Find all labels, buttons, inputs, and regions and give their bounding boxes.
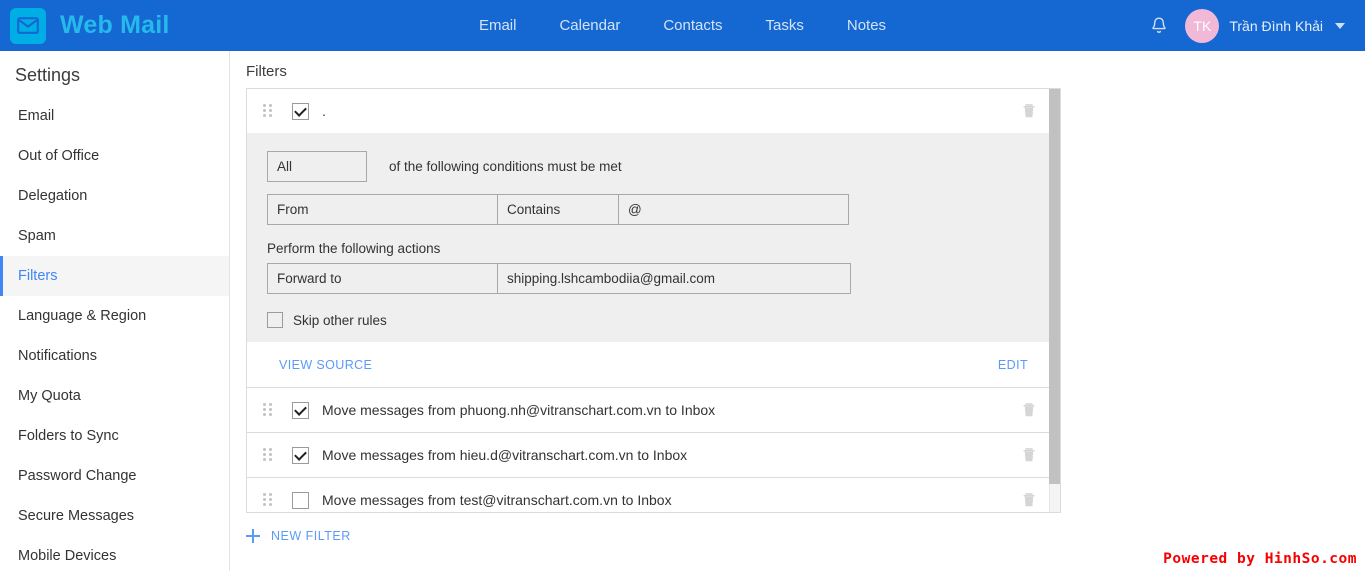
skip-other-rules-checkbox[interactable] [267, 312, 283, 328]
scrollbar-thumb[interactable] [1049, 89, 1060, 484]
condition-field-select[interactable]: From [267, 194, 498, 225]
filter-enabled-checkbox[interactable] [292, 401, 309, 419]
filter-enabled-checkbox[interactable] [292, 102, 309, 120]
sidebar-item-out-of-office[interactable]: Out of Office [0, 136, 229, 176]
filter-name: Move messages from phuong.nh@vitranschar… [322, 402, 716, 418]
edit-button[interactable]: Edit [998, 358, 1028, 372]
header-right-controls: TK Trần Đình Khải [1149, 8, 1365, 43]
plus-icon [246, 529, 260, 543]
sidebar-item-mobile-devices[interactable]: Mobile Devices [0, 536, 229, 571]
watermark: Powered by HinhSo.com [1163, 551, 1357, 567]
user-menu[interactable]: TK Trần Đình Khải [1185, 8, 1345, 43]
sidebar-title: Settings [15, 65, 81, 85]
sidebar-item-filters[interactable]: Filters [0, 256, 229, 296]
match-conditions-text: of the following conditions must be met [389, 159, 622, 174]
page-body: Settings Email Out of Office Delegation … [0, 51, 1365, 571]
top-header-bar: Web Mail Email Calendar Contacts Tasks N… [0, 0, 1365, 51]
brand-title: Web Mail [60, 11, 170, 39]
filter-name: Move messages from hieu.d@vitranschart.c… [322, 447, 688, 463]
filter-row-header: Move messages from phuong.nh@vitranschar… [247, 388, 1050, 432]
chevron-down-icon[interactable] [1335, 22, 1345, 29]
sidebar-item-delegation[interactable]: Delegation [0, 176, 229, 216]
sidebar-item-secure-messages[interactable]: Secure Messages [0, 496, 229, 536]
view-source-button[interactable]: View source [279, 358, 372, 372]
drag-handle-icon[interactable] [263, 104, 273, 118]
filter-enabled-checkbox[interactable] [292, 446, 309, 464]
filter-card-body: All of the following conditions must be … [247, 133, 1050, 342]
trash-icon[interactable] [1022, 492, 1036, 508]
condition-row: From Contains @ [267, 194, 1030, 225]
nav-item-email[interactable]: Email [479, 17, 517, 34]
sidebar-item-spam[interactable]: Spam [0, 216, 229, 256]
settings-sidebar: Settings Email Out of Office Delegation … [0, 51, 230, 571]
nav-item-calendar[interactable]: Calendar [559, 17, 620, 34]
sidebar-item-password-change[interactable]: Password Change [0, 456, 229, 496]
actions-label: Perform the following actions [267, 241, 441, 256]
nav-item-notes[interactable]: Notes [847, 17, 886, 34]
trash-icon[interactable] [1022, 103, 1036, 119]
page-title: Filters [246, 63, 287, 80]
skip-other-rules-label: Skip other rules [293, 312, 387, 328]
sidebar-item-notifications[interactable]: Notifications [0, 336, 229, 376]
filter-row-header: Move messages from test@vitranschart.com… [247, 478, 1050, 512]
new-filter-button[interactable]: New filter [246, 529, 376, 543]
sidebar-item-folders-to-sync[interactable]: Folders to Sync [0, 416, 229, 456]
nav-item-contacts[interactable]: Contacts [663, 17, 722, 34]
scrollbar-track[interactable] [1049, 89, 1060, 512]
new-filter-label: New filter [271, 529, 351, 543]
filter-card-header: . [247, 89, 1050, 133]
filter-enabled-checkbox[interactable] [292, 491, 309, 509]
brand: Web Mail [0, 7, 230, 44]
action-value-input[interactable]: shipping.lshcambodiia@gmail.com [497, 263, 851, 294]
filter-name: . [322, 103, 326, 119]
filter-card-footer: View source Edit [247, 342, 1050, 387]
filter-row: Move messages from hieu.d@vitranschart.c… [247, 433, 1050, 478]
condition-operator-select[interactable]: Contains [497, 194, 619, 225]
avatar: TK [1185, 8, 1220, 43]
filters-list-scroll-area: . All of the following conditions must b… [246, 88, 1061, 513]
filter-row: Move messages from test@vitranschart.com… [247, 478, 1050, 512]
main-content: Filters . All of the following condition… [230, 51, 1365, 571]
condition-value-input[interactable]: @ [618, 194, 849, 225]
match-type-select[interactable]: All [267, 151, 367, 182]
filter-card-expanded: . All of the following conditions must b… [247, 89, 1050, 388]
match-row: All of the following conditions must be … [267, 151, 1030, 182]
filter-row: Move messages from phuong.nh@vitranschar… [247, 388, 1050, 433]
sidebar-item-my-quota[interactable]: My Quota [0, 376, 229, 416]
envelope-icon [10, 7, 46, 44]
skip-other-rules-row: Skip other rules [267, 312, 1030, 328]
drag-handle-icon[interactable] [263, 403, 273, 417]
action-type-select[interactable]: Forward to [267, 263, 498, 294]
trash-icon[interactable] [1022, 447, 1036, 463]
filter-name: Move messages from test@vitranschart.com… [322, 492, 672, 508]
nav-item-tasks[interactable]: Tasks [766, 17, 804, 34]
sidebar-item-language-region[interactable]: Language & Region [0, 296, 229, 336]
filters-list: . All of the following conditions must b… [247, 89, 1050, 512]
drag-handle-icon[interactable] [263, 493, 273, 507]
sidebar-item-email[interactable]: Email [0, 96, 229, 136]
filter-row-header: Move messages from hieu.d@vitranschart.c… [247, 433, 1050, 477]
drag-handle-icon[interactable] [263, 448, 273, 462]
action-row: Forward to shipping.lshcambodiia@gmail.c… [267, 263, 1030, 294]
trash-icon[interactable] [1022, 402, 1036, 418]
user-name: Trần Đình Khải [1229, 17, 1323, 34]
bell-icon[interactable] [1149, 16, 1169, 36]
